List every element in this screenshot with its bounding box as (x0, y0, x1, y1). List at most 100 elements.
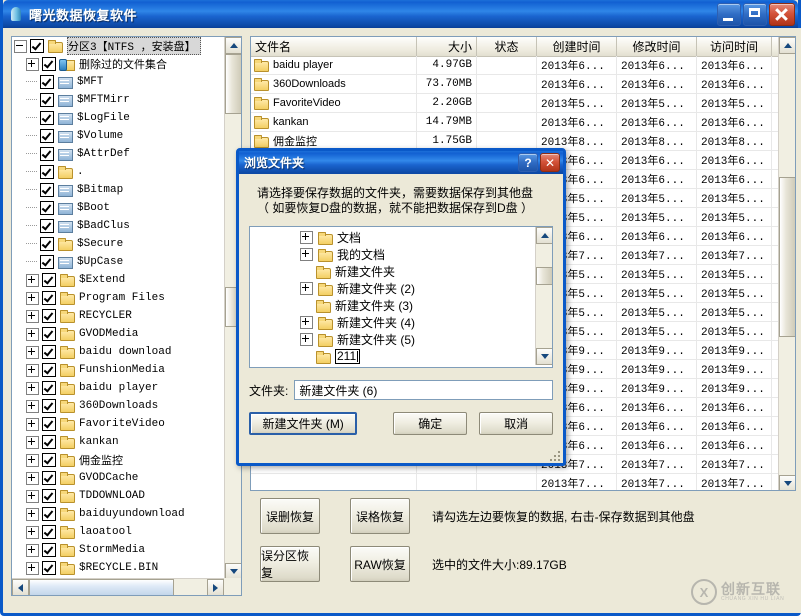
column-header[interactable]: 状态 (477, 37, 537, 56)
dialog-tree-item[interactable]: 新建文件夹 (5) (250, 331, 535, 348)
expand-icon[interactable] (26, 544, 39, 557)
tree-item[interactable]: GVODMedia (12, 325, 224, 343)
tree-item[interactable]: Program Files (12, 289, 224, 307)
tree-scroll-up-button[interactable] (225, 37, 242, 54)
checkbox[interactable] (42, 525, 56, 539)
checkbox[interactable] (40, 201, 54, 215)
tree-item[interactable]: $MFTMirr (12, 91, 224, 109)
expand-icon[interactable] (26, 310, 39, 323)
checkbox[interactable] (42, 381, 56, 395)
tree-item[interactable]: $Extend (12, 271, 224, 289)
checkbox[interactable] (40, 129, 54, 143)
resize-grip[interactable] (548, 449, 560, 461)
new-folder-button[interactable]: 新建文件夹 (M) (249, 412, 357, 435)
ok-button[interactable]: 确定 (393, 412, 467, 435)
column-header[interactable]: 修改时间 (617, 37, 697, 56)
checkbox[interactable] (42, 399, 56, 413)
column-header[interactable]: 创建时间 (537, 37, 617, 56)
tree-item[interactable]: $MFT (12, 73, 224, 91)
checkbox[interactable] (42, 273, 56, 287)
tree-item[interactable]: $AttrDef (12, 145, 224, 163)
dialog-tree-item[interactable]: 我的文档 (250, 246, 535, 263)
dialog-scroll-thumb[interactable] (536, 267, 553, 285)
checkbox[interactable] (42, 417, 56, 431)
tree-hscroll-thumb[interactable] (29, 579, 174, 596)
tree-item[interactable]: $RECYCLE.BIN (12, 559, 224, 577)
collapse-icon[interactable] (14, 40, 27, 53)
expand-icon[interactable] (26, 364, 39, 377)
checkbox[interactable] (40, 255, 54, 269)
list-scroll-up-button[interactable] (779, 37, 796, 54)
checkbox[interactable] (42, 489, 56, 503)
dialog-tree-item[interactable]: 新建文件夹 (250, 263, 535, 280)
checkbox[interactable] (42, 345, 56, 359)
list-vertical-scrollbar[interactable] (778, 37, 795, 491)
checkbox[interactable] (40, 165, 54, 179)
checkbox[interactable] (42, 291, 56, 305)
tree-item[interactable]: RECYCLER (12, 307, 224, 325)
dialog-close-button[interactable]: ✕ (540, 153, 560, 172)
checkbox[interactable] (40, 75, 54, 89)
expand-icon[interactable] (26, 58, 39, 71)
folder-name-input[interactable]: 新建文件夹 (6) (294, 380, 553, 400)
recover-formatted-button[interactable]: 误格恢复 (350, 498, 410, 534)
tree-scroll-thumb[interactable] (225, 54, 242, 114)
folder-name-edit-input[interactable]: 211 (335, 349, 360, 364)
checkbox[interactable] (42, 435, 56, 449)
recover-deleted-button[interactable]: 误删恢复 (260, 498, 320, 534)
tree-item[interactable]: $BadClus (12, 217, 224, 235)
checkbox[interactable] (42, 543, 56, 557)
tree-item[interactable]: StormMedia (12, 541, 224, 559)
table-row[interactable]: 360Downloads73.70MB2013年6...2013年6...201… (251, 75, 778, 94)
expand-icon[interactable] (26, 508, 39, 521)
recover-raw-button[interactable]: RAW恢复 (350, 546, 410, 582)
tree-item[interactable]: baiduyundownload (12, 505, 224, 523)
checkbox[interactable] (30, 39, 44, 53)
dialog-scroll-down-button[interactable] (536, 348, 553, 365)
tree-root-item[interactable]: 分区3【NTFS ，安装盘】 (12, 37, 224, 55)
close-button[interactable] (769, 3, 795, 26)
tree-item[interactable]: $Secure (12, 235, 224, 253)
tree-item[interactable]: $Volume (12, 127, 224, 145)
dialog-tree-item[interactable]: 文档 (250, 229, 535, 246)
checkbox[interactable] (40, 111, 54, 125)
dialog-tree-item[interactable]: 新建文件夹 (4) (250, 314, 535, 331)
tree-horizontal-scrollbar[interactable] (12, 578, 224, 595)
tree-item[interactable]: GVODCache (12, 469, 224, 487)
file-list-header[interactable]: 文件名大小状态创建时间修改时间访问时间 (251, 37, 795, 57)
expand-icon[interactable] (300, 248, 313, 261)
cancel-button[interactable]: 取消 (479, 412, 553, 435)
checkbox[interactable] (40, 93, 54, 107)
tree-item[interactable]: $LogFile (12, 109, 224, 127)
checkbox[interactable] (40, 147, 54, 161)
expand-icon[interactable] (26, 382, 39, 395)
column-header[interactable]: 大小 (417, 37, 477, 56)
checkbox[interactable] (42, 327, 56, 341)
expand-icon[interactable] (26, 454, 39, 467)
browse-folder-dialog[interactable]: 浏览文件夹 ? ✕ 请选择要保存数据的文件夹，需要数据保存到其他盘 （ 如要恢复… (236, 148, 566, 466)
table-row[interactable]: 2013年7...2013年7...2013年7... (251, 474, 778, 491)
checkbox[interactable] (42, 363, 56, 377)
dialog-scroll-up-button[interactable] (536, 227, 553, 244)
expand-icon[interactable] (26, 400, 39, 413)
checkbox[interactable] (42, 453, 56, 467)
expand-icon[interactable] (26, 292, 39, 305)
tree-item[interactable]: TDDOWNLOAD (12, 487, 224, 505)
expand-icon[interactable] (26, 274, 39, 287)
dialog-tree-scrollbar[interactable] (535, 227, 552, 365)
dialog-folder-tree[interactable]: 文档我的文档新建文件夹新建文件夹 (2)新建文件夹 (3)新建文件夹 (4)新建… (249, 226, 553, 368)
tree-item[interactable]: 删除过的文件集合 (12, 55, 224, 73)
column-header[interactable]: 文件名 (251, 37, 417, 56)
dialog-tree-item[interactable]: 新建文件夹 (2) (250, 280, 535, 297)
tree-scroll-right-button[interactable] (207, 579, 224, 596)
expand-icon[interactable] (300, 231, 313, 244)
tree-item[interactable]: laoatool (12, 523, 224, 541)
checkbox[interactable] (42, 561, 56, 575)
tree-item[interactable]: $UpCase (12, 253, 224, 271)
table-row[interactable]: kankan14.79MB2013年6...2013年6...2013年6... (251, 113, 778, 132)
tree-item[interactable]: $Boot (12, 199, 224, 217)
minimize-button[interactable] (717, 3, 741, 26)
tree-scroll-left-button[interactable] (12, 579, 29, 596)
column-header[interactable]: 访问时间 (697, 37, 772, 56)
checkbox[interactable] (42, 309, 56, 323)
